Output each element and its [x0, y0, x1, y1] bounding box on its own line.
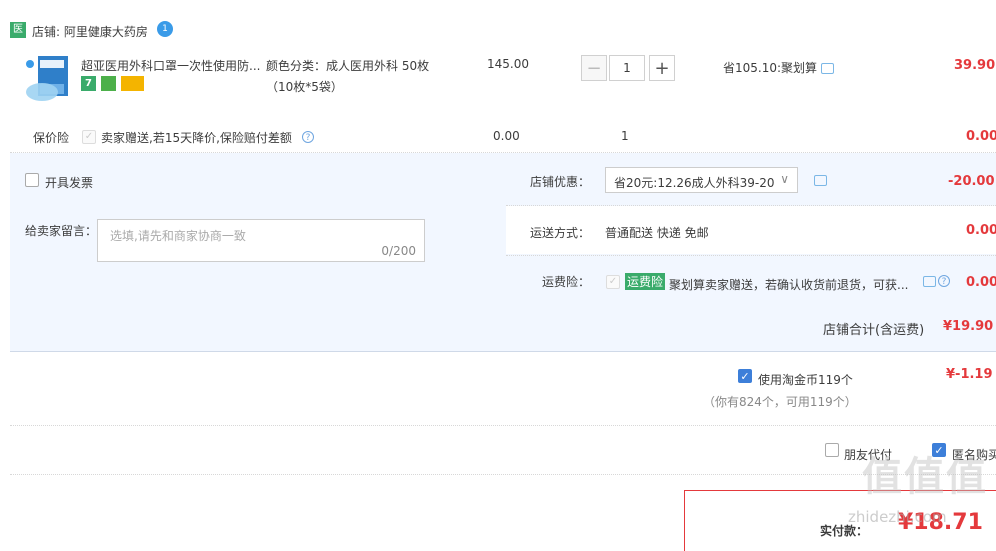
shipping-insurance-tag: 运费险 — [625, 273, 666, 290]
coins-note: （你有824个，可用119个） — [703, 395, 857, 409]
delivery-value: 普通配送 快递 免邮 — [605, 226, 709, 240]
message-counter: 0/200 — [381, 244, 416, 258]
invoice-label: 开具发票 — [45, 176, 94, 190]
product-title-link[interactable]: 超亚医用外科口罩一次性使用防... — [81, 57, 260, 74]
help-icon[interactable]: ? — [938, 275, 950, 287]
seven-day-return-icon: 7 — [81, 76, 96, 91]
divider — [10, 425, 996, 426]
shop-discount-value: -20.00 — [948, 174, 995, 189]
insurance-price: 0.00 — [493, 129, 520, 143]
use-coins-checkbox[interactable]: ✓ — [738, 369, 752, 383]
insurance-desc: 卖家赠送,若15天降价,保险赔付差额 — [101, 131, 292, 145]
shop-discount-select[interactable]: 省20元:12.26成人外科39-20 ∨ — [605, 167, 798, 193]
quantity-input[interactable]: 1 — [609, 55, 645, 81]
shop-type-badge: 医 — [10, 22, 26, 38]
wangwang-chat-icon[interactable]: 1 — [157, 21, 173, 37]
shipping-insurance-checkbox: ✓ — [606, 275, 620, 289]
shipping-insurance-price: 0.00 — [966, 275, 996, 290]
insurance-checkbox: ✓ — [82, 130, 96, 144]
credit-card-icon — [121, 76, 144, 91]
message-label: 给卖家留言： — [25, 224, 98, 238]
shipping-insurance-label: 运费险： — [542, 275, 591, 289]
coins-value: ¥-1.19 — [946, 367, 993, 382]
item-subtotal: 39.90 — [954, 58, 996, 73]
message-textarea[interactable]: 选填,请先和商家协商一致 0/200 — [97, 219, 425, 262]
product-thumbnail[interactable] — [24, 54, 70, 104]
comment-icon[interactable] — [814, 175, 827, 186]
chevron-down-icon: ∨ — [780, 172, 789, 186]
shop-discount-selected: 省20元:12.26成人外科39-20 — [614, 176, 775, 190]
divider — [10, 474, 996, 475]
shop-total-value: ¥19.90 — [943, 319, 994, 334]
quantity-increase-button[interactable]: + — [649, 55, 675, 81]
comment-icon[interactable] — [821, 63, 834, 74]
friend-pay-checkbox[interactable] — [825, 443, 839, 457]
delivery-price: 0.00 — [966, 223, 996, 238]
watermark-url: zhidezhi.com — [848, 508, 947, 526]
sku-label: 颜色分类：成人医用外科 50枚 — [266, 59, 430, 73]
promo-text: 省105.10:聚划算 — [723, 61, 818, 75]
quantity-decrease-button[interactable]: − — [581, 55, 607, 81]
invoice-checkbox[interactable] — [25, 173, 39, 187]
guarantee-icon — [101, 76, 116, 91]
message-placeholder: 选填,请先和商家协商一致 — [110, 229, 246, 243]
shop-name-link[interactable]: 店铺: 阿里健康大药房 — [32, 23, 148, 40]
watermark: 值值值 — [862, 454, 988, 500]
insurance-label: 保价险 — [33, 131, 70, 145]
shop-total-label: 店铺合计(含运费) — [823, 323, 925, 338]
shop-discount-label: 店铺优惠： — [530, 175, 591, 189]
insurance-subtotal: 0.00 — [966, 129, 996, 144]
shipping-insurance-desc: 聚划算卖家赠送，若确认收货前退货，可获... — [669, 278, 909, 292]
delivery-label: 运送方式： — [530, 226, 591, 240]
comment-icon[interactable] — [923, 276, 936, 287]
unit-price: 145.00 — [487, 57, 529, 71]
insurance-qty: 1 — [621, 129, 629, 143]
help-icon[interactable]: ? — [302, 131, 314, 143]
sku-detail: （10枚*5袋） — [266, 80, 343, 94]
use-coins-label: 使用淘金币119个 — [758, 373, 853, 387]
